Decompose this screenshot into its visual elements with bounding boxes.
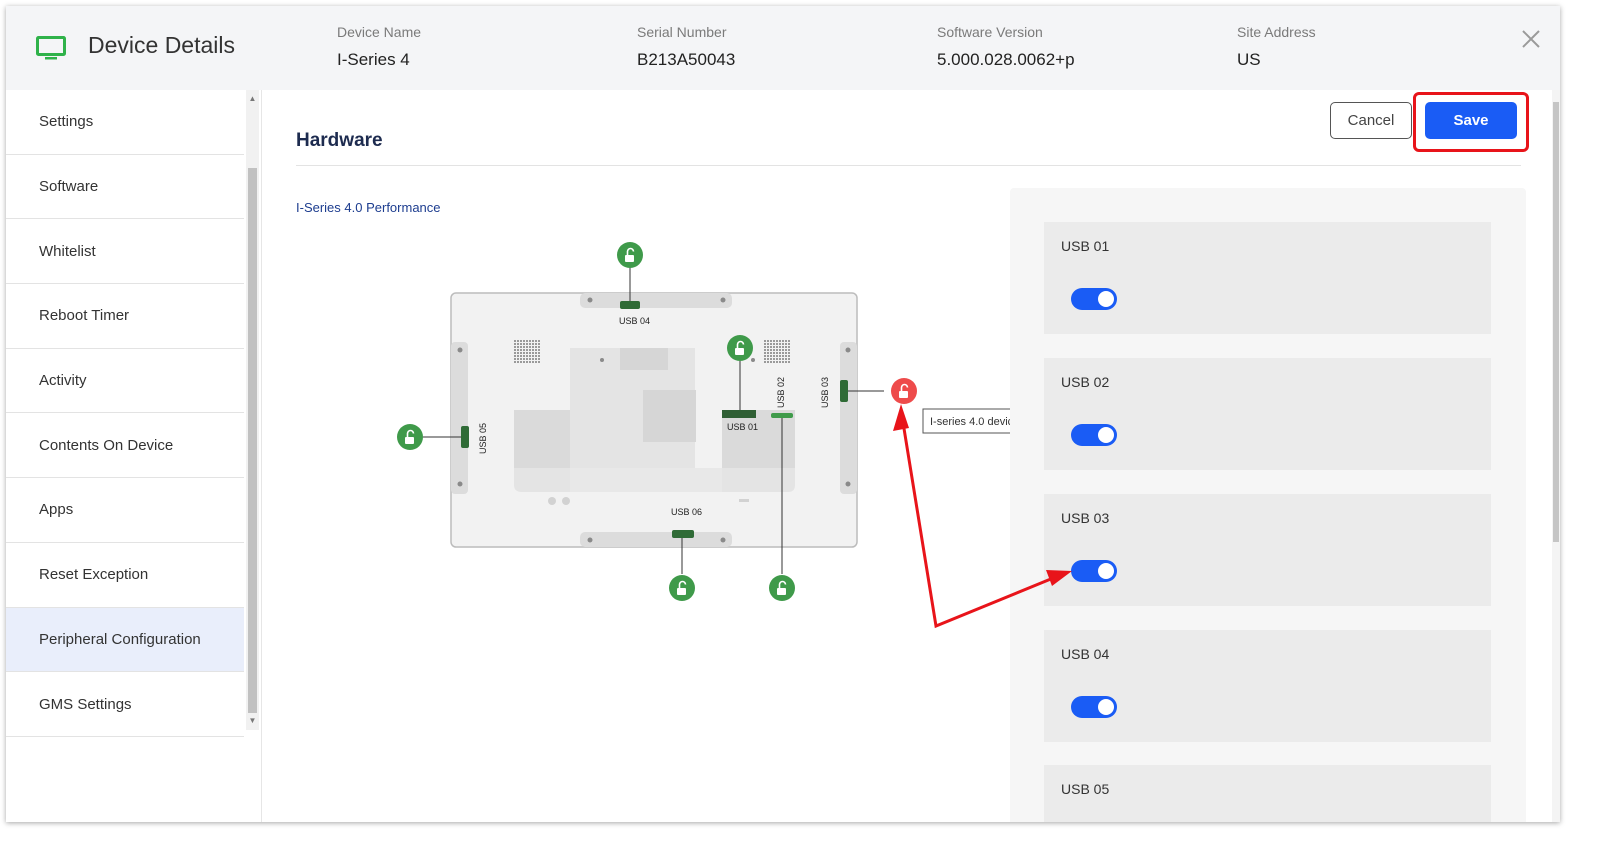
sidebar-item-label: Activity [39,372,87,390]
usb-03-port [840,380,848,402]
sidebar-item-label: Settings [39,113,94,131]
usb-05-port [461,426,469,448]
usb-03-card: USB 03 [1044,494,1491,606]
usb-02-unlock-icon [769,575,795,601]
sidebar-item-apps[interactable]: Apps [6,478,244,543]
right-rail [840,342,857,494]
usb-03-port-label: USB 03 [820,377,830,408]
device-diagram: USB 04 USB 06 USB 01 USB 05 USB 02 USB 0… [397,242,1030,601]
usb-04-port-label: USB 04 [619,316,650,326]
sidebar-nav: Settings Software Whitelist Reboot Timer… [6,90,244,737]
serial-number-value: B213A50043 [637,50,736,69]
usb-04-toggle[interactable] [1071,696,1117,718]
usb-02-toggle[interactable] [1071,424,1117,446]
sidebar-item-label: Contents On Device [39,436,174,454]
usb-01-unlock-icon [727,335,753,361]
sidebar-scroll-thumb[interactable] [248,168,257,713]
sidebar-item-settings[interactable]: Settings [6,90,244,155]
toggle-knob [1098,563,1114,579]
toggle-knob [1098,699,1114,715]
save-highlight-box [1413,92,1529,152]
usb-06-port-label: USB 06 [671,507,702,517]
usb-02-port [771,413,793,418]
software-version-value: 5.000.028.0062+p [937,50,1075,69]
sidebar-item-software[interactable]: Software [6,155,244,220]
usb-05-unlock-icon [397,424,423,450]
usb-04-unlock-icon [617,242,643,268]
sidebar-item-label: Reboot Timer [39,307,130,325]
top-rail [580,293,732,308]
main-content: Hardware Cancel Save I-Series 4.0 Perfor… [262,90,1560,822]
usb-01-label: USB 01 [1061,238,1110,254]
sidebar-item-reboot-timer[interactable]: Reboot Timer [6,284,244,349]
sidebar-item-reset-exception[interactable]: Reset Exception [6,543,244,608]
usb-05-card: USB 05 [1044,765,1491,822]
sidebar-item-label: Whitelist [39,242,96,260]
usb-04-port [620,301,640,309]
toggle-knob [1098,291,1114,307]
sidebar-item-label: Reset Exception [39,566,149,584]
scroll-down-icon[interactable]: ▼ [246,714,259,728]
usb-04-label: USB 04 [1061,646,1110,662]
software-version-label: Software Version [937,24,1043,40]
left-rail [451,342,468,494]
serial-number-field: Serial Number B213A50043 [637,24,735,70]
sidebar-item-activity[interactable]: Activity [6,349,244,414]
usb-04-card: USB 04 [1044,630,1491,742]
device-name-field: Device Name I-Series 4 [337,24,421,70]
usb-06-unlock-icon [669,575,695,601]
sidebar-scrollbar[interactable]: ▲ ▼ [246,90,259,730]
sidebar-item-peripheral-configuration[interactable]: Peripheral Configuration [6,607,244,673]
usb-settings-panel: USB 01 USB 02 USB 03 USB 04 USB 05 [1010,188,1526,822]
app-title: Device Details [88,32,235,58]
cancel-button[interactable]: Cancel [1330,102,1412,139]
site-address-field: Site Address US [1237,24,1316,70]
sidebar-item-contents-on-device[interactable]: Contents On Device [6,413,244,479]
device-tooltip: I-series 4.0 device [930,416,1019,428]
model-label: I-Series 4.0 Performance [296,200,441,215]
software-version-field: Software Version 5.000.028.0062+p [937,24,1075,70]
site-address-label: Site Address [1237,24,1316,40]
bottom-rail [580,532,732,547]
usb-01-toggle[interactable] [1071,288,1117,310]
sidebar-item-label: Peripheral Configuration [39,630,201,648]
usb-01-card: USB 01 [1044,222,1491,334]
usb-02-card: USB 02 [1044,358,1491,470]
sidebar-item-label: Software [39,178,99,196]
header: Device Details Device Name I-Series 4 Se… [6,6,1560,90]
sidebar-item-label: Apps [39,501,74,519]
usb-03-lock-icon [891,378,917,404]
sidebar-item-whitelist[interactable]: Whitelist [6,219,244,285]
toggle-knob [1098,427,1114,443]
usb-01-port [722,410,756,418]
section-title: Hardware [296,130,383,151]
monitor-icon [36,36,66,60]
usb-02-port-label: USB 02 [776,377,786,408]
sidebar-item-label: GMS Settings [39,695,132,713]
site-address-value: US [1237,50,1261,69]
sidebar: Settings Software Whitelist Reboot Timer… [6,90,262,822]
sidebar-item-gms-settings[interactable]: GMS Settings [6,672,244,737]
scroll-up-icon[interactable]: ▲ [246,92,259,106]
device-name-value: I-Series 4 [337,50,410,69]
usb-03-toggle[interactable] [1071,560,1117,582]
device-details-window: Device Details Device Name I-Series 4 Se… [6,6,1560,822]
close-icon[interactable] [1518,26,1544,52]
title-divider [296,165,1521,166]
usb-02-label: USB 02 [1061,374,1110,390]
usb-05-label: USB 05 [1061,781,1110,797]
usb-05-port-label: USB 05 [478,423,488,454]
device-name-label: Device Name [337,24,422,40]
usb-06-port [672,530,694,538]
serial-number-label: Serial Number [637,24,727,40]
main-scrollbar[interactable] [1552,90,1560,822]
main-scroll-thumb[interactable] [1553,102,1559,542]
usb-01-port-label: USB 01 [727,422,758,432]
usb-03-label: USB 03 [1061,510,1110,526]
